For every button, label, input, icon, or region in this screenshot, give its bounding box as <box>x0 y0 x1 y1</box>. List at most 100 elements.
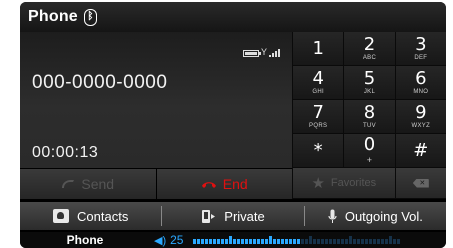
volume-segment <box>265 239 269 244</box>
key-9[interactable]: 9 WXYZ <box>394 100 446 134</box>
volume-segment <box>213 239 217 244</box>
call-buttons: Send End <box>20 169 292 199</box>
volume-segment <box>281 239 285 244</box>
volume-segment <box>221 239 225 244</box>
antenna-icon: Y <box>260 47 267 57</box>
volume-segment <box>313 239 317 244</box>
status-icons: Y <box>242 47 280 57</box>
key-1[interactable]: 1 <box>292 32 344 66</box>
phone-number: 000-0000-0000 <box>32 72 168 93</box>
contacts-label: Contacts <box>77 208 129 224</box>
key-8[interactable]: 8 TUV <box>343 100 395 134</box>
key-3[interactable]: 3 DEF <box>394 32 446 66</box>
key-5[interactable]: 5 JKL <box>343 66 395 100</box>
key-0[interactable]: 0 + <box>343 134 395 168</box>
private-label: Private <box>224 208 265 224</box>
volume-segment <box>285 239 289 244</box>
key-digit: 4 <box>312 68 324 89</box>
private-button[interactable]: Private <box>162 202 303 230</box>
volume-segment <box>377 239 381 244</box>
key-hash[interactable]: # <box>394 134 446 168</box>
volume-segment <box>317 239 321 244</box>
volume-segment <box>305 239 309 244</box>
outgoing-volume-label: Outgoing Vol. <box>344 208 423 224</box>
key-digit: 9 <box>415 102 427 123</box>
volume-segment <box>245 239 249 244</box>
key-digit: 8 <box>363 102 376 123</box>
volume-segment <box>321 239 325 244</box>
volume-segment <box>193 239 197 244</box>
outgoing-volume-button[interactable]: Outgoing Vol. <box>305 202 446 230</box>
key-letters: MNO <box>413 89 429 95</box>
key-star[interactable]: * <box>292 134 344 168</box>
volume-value: 25 <box>170 233 184 247</box>
volume-segment <box>253 239 257 244</box>
volume-level-bar[interactable] <box>193 236 403 244</box>
volume-segment <box>389 236 393 244</box>
key-4[interactable]: 4 GHI <box>292 66 344 100</box>
key-digit: * <box>313 139 323 161</box>
key-letters: TUV <box>363 123 376 129</box>
volume-segment <box>225 239 229 244</box>
key-digit: 6 <box>415 68 427 89</box>
phone-screen: Phone ᛒ Y 000-0000-0000 00:00:13 Send En… <box>20 2 446 248</box>
mode-label: Phone <box>66 233 104 247</box>
volume-segment <box>365 239 369 244</box>
volume-segment <box>289 239 293 244</box>
volume-segment <box>249 239 253 244</box>
key-letters: GHI <box>312 89 324 95</box>
volume-segment <box>349 236 353 244</box>
volume-segment <box>393 239 397 244</box>
key-letters: WXYZ <box>411 123 431 129</box>
volume-segment <box>397 239 401 244</box>
hang-up-icon <box>201 182 216 188</box>
volume-segment <box>341 239 345 244</box>
contacts-icon <box>53 209 70 223</box>
microphone-icon <box>328 209 337 223</box>
volume-segment <box>309 236 313 244</box>
bottom-action-bar: Contacts Private Outgoing Vol. <box>20 202 446 230</box>
favorites-label: Favorites <box>330 177 377 189</box>
volume-segment <box>301 239 305 244</box>
key-6[interactable]: 6 MNO <box>394 66 446 100</box>
volume-segment <box>205 239 209 244</box>
send-button[interactable]: Send <box>20 169 157 199</box>
volume-segment <box>385 239 389 244</box>
volume-segment <box>325 239 329 244</box>
key-digit: 5 <box>363 68 376 89</box>
volume-segment <box>373 239 377 244</box>
contacts-button[interactable]: Contacts <box>20 202 161 230</box>
end-label: End <box>222 176 248 192</box>
speaker-icon: ◀) <box>154 234 167 247</box>
handset-icon <box>62 180 75 188</box>
key-letters: ABC <box>362 55 377 61</box>
volume-segment <box>229 236 233 244</box>
end-button[interactable]: End <box>156 169 292 199</box>
key-digit: # <box>413 139 429 161</box>
key-letters: + <box>366 155 373 165</box>
status-strip: Phone ◀) 25 <box>20 232 446 248</box>
favorites-button[interactable]: ★ Favorites <box>292 168 395 199</box>
key-letters: DEF <box>414 55 428 61</box>
key-2[interactable]: 2 ABC <box>343 32 395 66</box>
key-digit: 7 <box>312 102 324 123</box>
volume-segment <box>269 236 273 244</box>
volume-segment <box>241 239 245 244</box>
volume-segment <box>209 239 213 244</box>
volume-segment <box>257 239 261 244</box>
volume-segment <box>345 239 349 244</box>
key-digit: 3 <box>415 34 427 55</box>
volume-segment <box>369 239 373 244</box>
private-mode-icon <box>202 209 216 223</box>
volume-segment <box>297 239 301 244</box>
volume-segment <box>333 239 337 244</box>
backspace-button[interactable]: ✕ <box>394 168 446 199</box>
key-7[interactable]: 7 PQRS <box>292 100 344 134</box>
key-digit: 0 <box>363 134 376 155</box>
volume-segment <box>237 239 241 244</box>
volume-segment <box>361 239 365 244</box>
volume-segment <box>197 239 201 244</box>
page-title: Phone <box>28 8 78 25</box>
volume-segment <box>273 239 277 244</box>
volume-segment <box>329 239 333 244</box>
